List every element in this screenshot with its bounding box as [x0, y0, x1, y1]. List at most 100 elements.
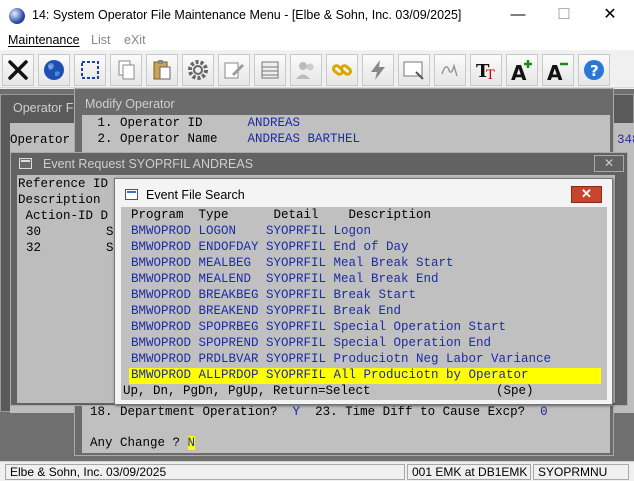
department-operation-line: 18. Department Operation? Y 23. Time Dif…	[90, 405, 548, 419]
search-description-cell: Logon	[333, 224, 372, 238]
action-col-cell: S	[106, 225, 114, 239]
signature-icon[interactable]	[434, 54, 466, 86]
search-result-row[interactable]: BMWOPROD ALLPRDOP SYOPRFIL All Produciotn b…	[129, 368, 601, 384]
select-icon[interactable]	[74, 54, 106, 86]
lightning-icon[interactable]	[362, 54, 394, 86]
menu-bar: Maintenance List eXit	[0, 32, 634, 50]
text-format-icon[interactable]: TT	[470, 54, 502, 86]
status-program: SYOPRMNU	[533, 464, 629, 480]
users-icon[interactable]	[290, 54, 322, 86]
search-type-cell: LOGON	[198, 224, 237, 238]
svg-text:T: T	[486, 68, 495, 82]
action-id-header: Action-ID D	[18, 209, 109, 223]
svg-text:?: ?	[590, 62, 599, 80]
font-decrease-icon[interactable]: A	[542, 54, 574, 86]
search-description-cell: Produciotn Neg Labor Variance	[333, 352, 552, 366]
search-description-cell: Break End	[333, 304, 402, 318]
search-program-cell: BMWOPROD	[131, 304, 192, 318]
search-footer-help: Up, Dn, PgDn, PgUp, Return=Select	[123, 384, 371, 398]
operator-fragment: 348	[617, 133, 634, 147]
window-icon[interactable]	[398, 54, 430, 86]
toolbar: TT A A ?	[0, 52, 634, 88]
search-program-cell: BMWOPROD	[131, 320, 192, 334]
search-result-row[interactable]: BMWOPROD MEALBEG SYOPRFIL Meal Break Start	[129, 256, 601, 272]
window-title: 14: System Operator File Maintenance Men…	[32, 8, 462, 22]
search-type-cell: BREAKBEG	[198, 288, 259, 302]
settings-icon[interactable]	[182, 54, 214, 86]
search-description-cell: Meal Break Start	[333, 256, 454, 270]
search-program-cell: BMWOPROD	[131, 336, 192, 350]
search-result-row[interactable]: BMWOPROD LOGON SYOPRFIL Logon	[129, 224, 601, 240]
close-x-icon[interactable]	[2, 54, 34, 86]
search-type-cell: ENDOFDAY	[198, 240, 259, 254]
search-detail-cell: SYOPRFIL	[266, 336, 327, 350]
search-program-cell: BMWOPROD	[131, 368, 192, 382]
search-detail-cell: SYOPRFIL	[266, 368, 327, 382]
any-change-line: Any Change ? N	[90, 436, 196, 450]
edit-icon[interactable]	[218, 54, 250, 86]
search-detail-cell: SYOPRFIL	[266, 256, 327, 270]
menu-list[interactable]: List	[91, 33, 110, 47]
action-col-cell: S	[106, 241, 114, 255]
event-file-search-close-button[interactable]: ✕	[571, 186, 602, 203]
time-diff-value: 0	[540, 405, 548, 419]
operator-name-line: 2. Operator Name ANDREAS BARTHEL	[90, 132, 361, 146]
search-result-row[interactable]: BMWOPROD BREAKBEG SYOPRFIL Break Start	[129, 288, 601, 304]
search-description-cell: Meal Break End	[333, 272, 439, 286]
search-result-row[interactable]: BMWOPROD SPOPREND SYOPRFIL Special Operatio…	[129, 336, 601, 352]
help-icon[interactable]: ?	[578, 54, 610, 86]
any-change-input[interactable]: N	[187, 436, 196, 450]
operator-id-value: ANDREAS	[247, 116, 301, 130]
search-detail-cell: SYOPRFIL	[266, 272, 327, 286]
grid-icon[interactable]	[254, 54, 286, 86]
search-program-cell: BMWOPROD	[131, 272, 192, 286]
search-result-row[interactable]: BMWOPROD BREAKEND SYOPRFIL Break End	[129, 304, 601, 320]
search-type-cell: BREAKEND	[198, 304, 259, 318]
maximize-button[interactable]: ☐	[541, 0, 587, 32]
app-globe-icon	[9, 8, 25, 24]
search-result-row[interactable]: BMWOPROD ENDOFDAY SYOPRFIL End of Day	[129, 240, 601, 256]
department-operation-value: Y	[292, 405, 301, 419]
status-bar: Elbe & Sohn, Inc. 03/09/2025 001 EMK at …	[0, 461, 634, 481]
search-detail-cell: SYOPRFIL	[266, 320, 327, 334]
status-company: Elbe & Sohn, Inc. 03/09/2025	[5, 464, 405, 480]
search-description-cell: Special Operation End	[333, 336, 492, 350]
search-program-cell: BMWOPROD	[131, 240, 192, 254]
event-file-search-body: Program Type Detail Description BMWOPROD…	[121, 207, 607, 400]
window-icon	[125, 189, 138, 200]
event-file-search-title: Event File Search	[146, 188, 245, 202]
search-result-row[interactable]: BMWOPROD SPOPRBEG SYOPRFIL Special Operatio…	[129, 320, 601, 336]
search-detail-cell: SYOPRFIL	[266, 352, 327, 366]
search-description-cell: End of Day	[333, 240, 409, 254]
action-id-cell[interactable]: 32	[26, 241, 41, 255]
search-result-row[interactable]: BMWOPROD MEALEND SYOPRFIL Meal Break End	[129, 272, 601, 288]
search-description-cell: Break Start	[333, 288, 417, 302]
copy-icon[interactable]	[110, 54, 142, 86]
minimize-button[interactable]: —	[495, 0, 541, 32]
search-program-cell: BMWOPROD	[131, 256, 192, 270]
search-detail-cell: SYOPRFIL	[266, 304, 327, 318]
close-window-button[interactable]: ✕	[587, 0, 633, 32]
font-increase-icon[interactable]: A	[506, 54, 538, 86]
search-detail-cell: SYOPRFIL	[266, 224, 327, 238]
operator-file-title: Operator Fi	[13, 101, 77, 115]
link-icon[interactable]	[326, 54, 358, 86]
search-program-cell: BMWOPROD	[131, 352, 192, 366]
search-program-cell: BMWOPROD	[131, 224, 192, 238]
globe-icon[interactable]	[38, 54, 70, 86]
search-type-cell: MEALBEG	[198, 256, 252, 270]
description-label: Description	[18, 193, 101, 207]
menu-maintenance[interactable]: Maintenance	[8, 33, 80, 47]
paste-icon[interactable]	[146, 54, 178, 86]
reference-id-label: Reference ID	[18, 177, 109, 191]
search-type-cell: MEALEND	[198, 272, 252, 286]
operator-name-value: ANDREAS BARTHEL	[247, 132, 361, 146]
modify-operator-title: Modify Operator	[85, 97, 175, 111]
search-result-row[interactable]: BMWOPROD PRDLBVAR SYOPRFIL Produciotn Neg L…	[129, 352, 601, 368]
action-id-cell[interactable]: 30	[26, 225, 41, 239]
menu-exit[interactable]: eXit	[124, 33, 146, 47]
status-user: 001 EMK at DB1EMK	[407, 464, 531, 480]
search-description-cell: All Produciotn by Operator	[333, 368, 529, 382]
event-request-close-button[interactable]: ✕	[594, 155, 624, 172]
operator-id-line: 1. Operator ID ANDREAS	[90, 116, 301, 130]
